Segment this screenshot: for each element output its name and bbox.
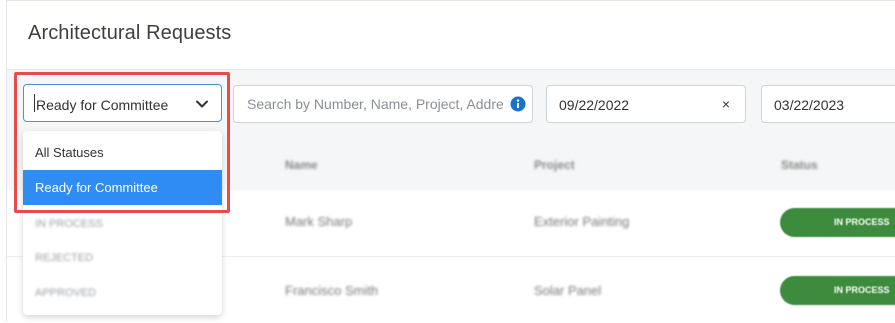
cell-project: Exterior Painting [534, 214, 630, 229]
page-title: Architectural Requests [28, 22, 232, 44]
status-badge-label: IN PROCESS [834, 217, 890, 227]
clear-date-icon[interactable]: × [722, 96, 730, 112]
date-to-field[interactable]: 03/22/2023 [761, 85, 895, 123]
column-header-name[interactable]: Name [285, 158, 318, 172]
column-header-project[interactable]: Project [534, 158, 575, 172]
status-badge-label: IN PROCESS [834, 285, 890, 295]
search-input[interactable] [235, 87, 503, 121]
column-header-status[interactable]: Status [781, 158, 818, 172]
search-field[interactable] [233, 85, 533, 123]
cell-name: Mark Sharp [285, 214, 353, 229]
status-option-rejected[interactable]: REJECTED [23, 241, 222, 276]
cell-project: Solar Panel [534, 283, 602, 298]
highlight-box [14, 72, 230, 213]
date-to-value: 03/22/2023 [774, 97, 845, 113]
status-badge: IN PROCESS [780, 208, 895, 237]
cell-name: Francisco Smith [285, 283, 379, 298]
date-from-field[interactable]: 09/22/2022 × [546, 85, 746, 123]
info-icon[interactable] [510, 96, 526, 117]
status-option-approved[interactable]: APPROVED [23, 276, 222, 311]
status-badge: IN PROCESS [780, 276, 895, 305]
date-from-value: 09/22/2022 [559, 97, 630, 113]
